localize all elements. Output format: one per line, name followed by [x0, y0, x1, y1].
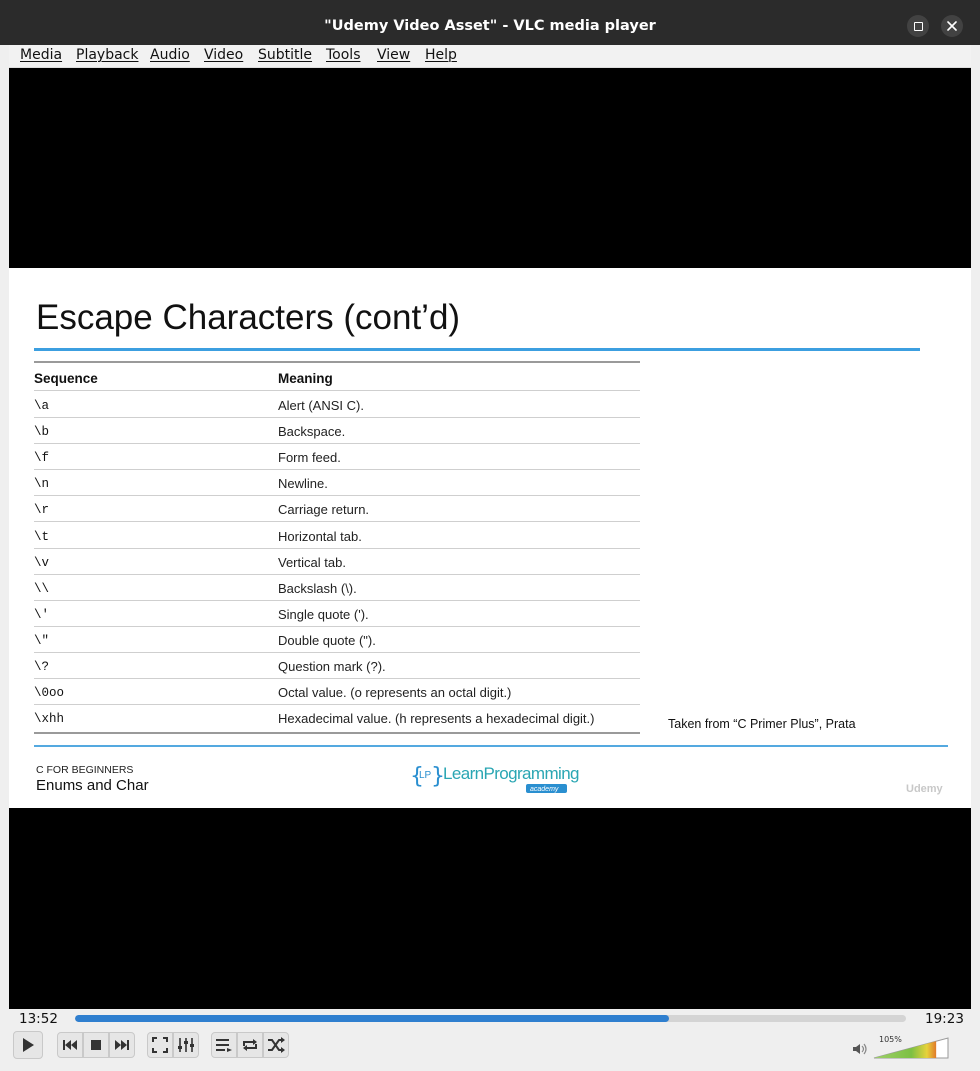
- seek-row: 13:52 19:23: [9, 1009, 971, 1030]
- learnprogramming-logo: { LP } LearnProgramming academy: [410, 764, 579, 793]
- section-name: Enums and Char: [36, 777, 149, 794]
- sequence-cell: \r: [34, 503, 50, 517]
- footer-divider: [34, 745, 948, 747]
- meaning-cell: Horizontal tab.: [278, 529, 362, 544]
- sequence-cell: \f: [34, 451, 50, 465]
- close-icon: [947, 21, 957, 31]
- table-top-rule: [34, 361, 640, 363]
- row-divider: [34, 495, 640, 496]
- header-meaning: Meaning: [278, 371, 333, 386]
- row-divider: [34, 443, 640, 444]
- course-name: C FOR BEGINNERS: [36, 764, 134, 776]
- meaning-cell: Newline.: [278, 476, 328, 491]
- meaning-cell: Single quote (').: [278, 607, 369, 622]
- title-bar: "Udemy Video Asset" - VLC media player: [0, 0, 980, 45]
- meaning-cell: Question mark (?).: [278, 659, 386, 674]
- menu-playback[interactable]: Playback: [76, 47, 138, 63]
- svg-text:academy: academy: [530, 786, 559, 793]
- row-divider: [34, 626, 640, 627]
- svg-text:LP: LP: [419, 770, 432, 781]
- sequence-cell: \a: [34, 399, 50, 413]
- svg-text:LearnProgramming: LearnProgramming: [443, 764, 579, 783]
- source-credit: Taken from “C Primer Plus”, Prata: [668, 717, 856, 731]
- sequence-cell: \b: [34, 425, 50, 439]
- extended-settings-button[interactable]: [173, 1032, 199, 1058]
- total-time: 19:23: [925, 1011, 964, 1027]
- loop-button[interactable]: [237, 1032, 263, 1058]
- loop-icon: [243, 1039, 257, 1051]
- window-title: "Udemy Video Asset" - VLC media player: [324, 18, 656, 34]
- meaning-cell: Carriage return.: [278, 502, 370, 517]
- vlc-window: "Udemy Video Asset" - VLC media player M…: [0, 0, 980, 1071]
- row-divider: [34, 600, 640, 601]
- fullscreen-icon: [152, 1037, 168, 1053]
- table-bottom-rule: [34, 732, 640, 734]
- row-divider: [34, 652, 640, 653]
- sequence-cell: \v: [34, 556, 50, 570]
- sequence-cell: \": [34, 634, 50, 648]
- row-divider: [34, 678, 640, 679]
- previous-button[interactable]: [57, 1032, 83, 1058]
- row-divider: [34, 521, 640, 522]
- header-rule: [34, 390, 640, 391]
- sequence-cell: \t: [34, 530, 50, 544]
- slide-frame: Escape Characters (cont’d) Sequence Mean…: [9, 268, 971, 808]
- elapsed-time: 13:52: [19, 1011, 58, 1027]
- row-divider: [34, 704, 640, 705]
- fullscreen-button[interactable]: [147, 1032, 173, 1058]
- udemy-watermark: Udemy: [906, 783, 943, 795]
- previous-icon: [63, 1040, 77, 1050]
- maximize-icon: [913, 21, 923, 31]
- sequence-cell: \n: [34, 477, 50, 491]
- row-divider: [34, 417, 640, 418]
- window-bottom-edge: [0, 1062, 980, 1071]
- meaning-cell: Hexadecimal value. (h represents a hexad…: [278, 711, 595, 726]
- menu-help[interactable]: Help: [425, 47, 457, 63]
- menu-bar: Media Playback Audio Video Subtitle Tool…: [9, 45, 971, 68]
- meaning-cell: Backspace.: [278, 424, 346, 439]
- seek-progress: [75, 1015, 670, 1022]
- playlist-button[interactable]: [211, 1032, 237, 1058]
- meaning-cell: Octal value. (o represents an octal digi…: [278, 685, 512, 700]
- sequence-cell: \\: [34, 582, 50, 596]
- menu-view[interactable]: View: [377, 47, 410, 63]
- meaning-cell: Alert (ANSI C).: [278, 398, 364, 413]
- playlist-icon: [216, 1039, 232, 1052]
- volume-icon[interactable]: [852, 1043, 868, 1055]
- sequence-cell: \?: [34, 660, 50, 674]
- meaning-cell: Backslash (\).: [278, 581, 357, 596]
- sequence-cell: \': [34, 608, 50, 622]
- meaning-cell: Form feed.: [278, 450, 341, 465]
- slide-title: Escape Characters (cont’d): [36, 298, 461, 337]
- meaning-cell: Vertical tab.: [278, 555, 346, 570]
- menu-tools[interactable]: Tools: [326, 47, 361, 63]
- play-button[interactable]: [13, 1031, 43, 1059]
- menu-media[interactable]: Media: [20, 47, 62, 63]
- sequence-cell: \xhh: [34, 712, 65, 726]
- shuffle-button[interactable]: [263, 1032, 289, 1058]
- volume-slider[interactable]: [873, 1037, 949, 1059]
- row-divider: [34, 574, 640, 575]
- stop-button[interactable]: [83, 1032, 109, 1058]
- row-divider: [34, 469, 640, 470]
- control-bar: 105%: [9, 1030, 971, 1062]
- row-divider: [34, 548, 640, 549]
- seek-slider[interactable]: [75, 1015, 906, 1022]
- menu-audio[interactable]: Audio: [150, 47, 190, 63]
- video-area[interactable]: Escape Characters (cont’d) Sequence Mean…: [9, 68, 971, 1009]
- header-sequence: Sequence: [34, 371, 98, 386]
- extended-settings-icon: [178, 1038, 194, 1052]
- menu-subtitle[interactable]: Subtitle: [258, 47, 312, 63]
- stop-icon: [91, 1040, 101, 1050]
- next-icon: [115, 1040, 129, 1050]
- play-icon: [23, 1038, 34, 1052]
- shuffle-icon: [268, 1037, 285, 1053]
- sequence-cell: \0oo: [34, 686, 65, 700]
- title-divider: [34, 348, 920, 351]
- close-button[interactable]: [941, 15, 963, 37]
- meaning-cell: Double quote (").: [278, 633, 376, 648]
- next-button[interactable]: [109, 1032, 135, 1058]
- maximize-button[interactable]: [907, 15, 929, 37]
- menu-video[interactable]: Video: [204, 47, 243, 63]
